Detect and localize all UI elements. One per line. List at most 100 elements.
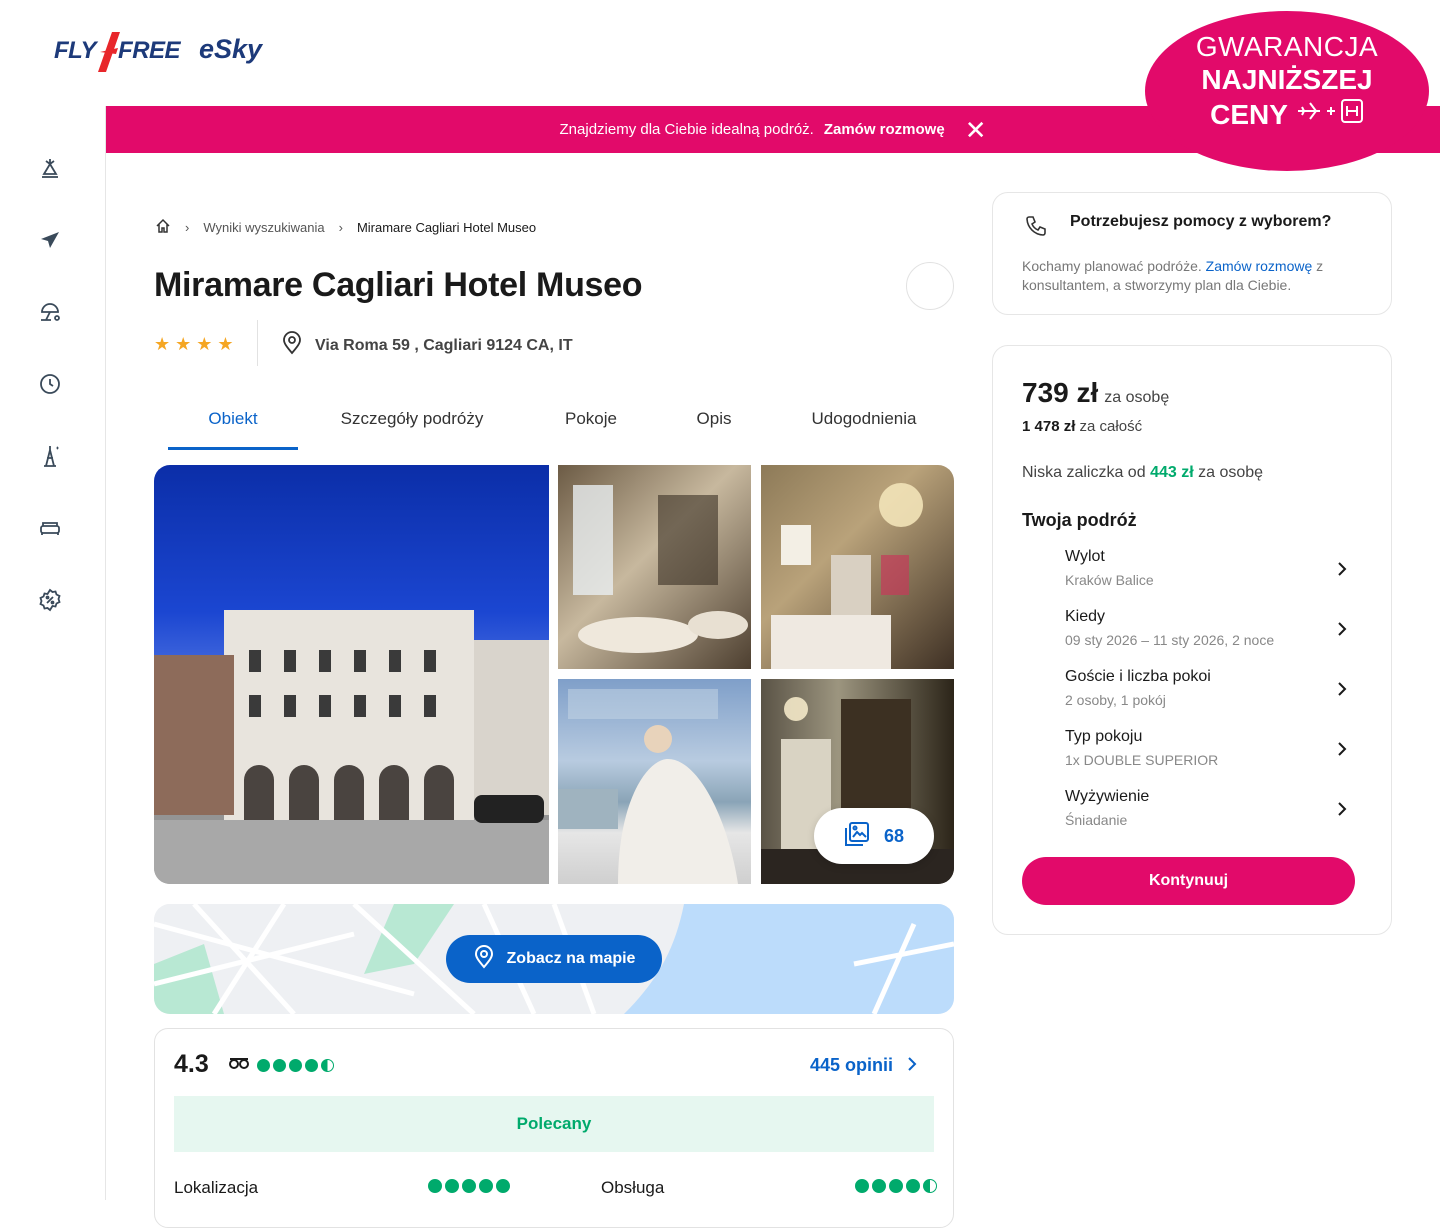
- chevron-right-icon: [907, 1055, 917, 1076]
- badge-line3-text: CENY: [1210, 98, 1288, 130]
- tab-amenities[interactable]: Udogodnienia: [794, 400, 934, 450]
- trip-row-label: Typ pokoju: [1065, 728, 1143, 745]
- trip-row-value: 09 sty 2026 – 11 sty 2026, 2 noce: [1065, 632, 1275, 648]
- promo-close-icon[interactable]: ✕: [965, 117, 987, 143]
- flyfree-logo[interactable]: FLY FREE: [54, 32, 181, 72]
- tab-description[interactable]: Opis: [674, 400, 754, 450]
- beach-icon[interactable]: [38, 300, 62, 324]
- esky-logo[interactable]: eSky: [199, 34, 262, 65]
- chevron-right-icon: [1338, 742, 1347, 756]
- flyfree-slash-icon: [98, 32, 121, 72]
- breadcrumb: › Wyniki wyszukiwania › Miramare Cagliar…: [155, 218, 536, 237]
- gallery-icon: [844, 821, 870, 852]
- last-minute-clock-icon[interactable]: [38, 372, 62, 396]
- tab-trip-details[interactable]: Szczegóły podróży: [322, 400, 502, 450]
- chevron-right-icon: ›: [338, 220, 343, 235]
- reviews-link[interactable]: 445 opinii: [810, 1055, 917, 1076]
- score-label-location: Lokalizacja: [174, 1178, 259, 1197]
- deposit-suffix: za osobę: [1198, 464, 1264, 481]
- tab-obiekt[interactable]: Obiekt: [168, 400, 298, 450]
- price-amount: 739 zł: [1022, 377, 1099, 408]
- hotel-star-rating: ★★★★: [154, 334, 239, 354]
- left-sidebar: [0, 106, 106, 1200]
- continue-button[interactable]: Kontynuuj: [1022, 857, 1355, 905]
- trip-row-value: Kraków Balice: [1065, 572, 1154, 588]
- show-on-map-button[interactable]: Zobacz na mapie: [446, 935, 662, 983]
- chevron-right-icon: [1338, 682, 1347, 696]
- deals-percent-icon[interactable]: [38, 588, 62, 612]
- help-text: Kochamy planować podróże. Zamów rozmowę …: [1022, 257, 1362, 295]
- hotel-main-photo[interactable]: [154, 465, 549, 884]
- flyfree-logo-left: FLY: [54, 37, 97, 64]
- flight-plus-hotel-icon: [1296, 97, 1364, 132]
- price-total-label: za całość: [1079, 418, 1143, 435]
- score-service-rating: [855, 1179, 937, 1193]
- hotel-photo-dining[interactable]: [761, 465, 954, 669]
- favorite-button[interactable]: [906, 262, 954, 310]
- breadcrumb-item-results[interactable]: Wyniki wyszukiwania: [203, 220, 324, 235]
- trip-row-dates[interactable]: Kiedy 09 sty 2026 – 11 sty 2026, 2 noce: [1065, 608, 1355, 664]
- help-title: Potrzebujesz pomocy z wyborem?: [1070, 213, 1332, 230]
- price-total: 1 478 zł za całość: [1022, 418, 1142, 435]
- price-per-person: 739 zł za osobę: [1022, 377, 1169, 409]
- hotel-bed-icon[interactable]: [38, 516, 62, 540]
- hotel-photo-lounge[interactable]: [558, 465, 751, 669]
- promo-call-link[interactable]: Zamów rozmowę: [824, 121, 945, 138]
- rating-bubble: [289, 1059, 302, 1072]
- phone-icon: [1024, 214, 1048, 243]
- package-holiday-icon[interactable]: [38, 156, 62, 180]
- hotel-tabs: Obiekt Szczegóły podróży Pokoje Opis Udo…: [154, 400, 954, 450]
- score-location-rating: [428, 1179, 510, 1193]
- hotel-photo-breakfast-view[interactable]: [558, 679, 751, 884]
- location-pin-icon: [281, 331, 303, 360]
- rating-bubble: [305, 1059, 318, 1072]
- price-per-label: za osobę: [1104, 389, 1170, 406]
- overall-rating: 4.3: [174, 1050, 209, 1078]
- trip-row-departure[interactable]: Wylot Kraków Balice: [1065, 548, 1355, 604]
- badge-line2: NAJNIŻSZEJ: [1201, 64, 1373, 95]
- flight-icon[interactable]: [38, 228, 62, 252]
- trip-row-board[interactable]: Wyżywienie Śniadanie: [1065, 788, 1355, 844]
- trip-row-label: Goście i liczba pokoi: [1065, 668, 1211, 685]
- help-call-link[interactable]: Zamów rozmowę: [1206, 258, 1313, 274]
- recommended-badge: Polecany: [174, 1096, 934, 1152]
- trip-row-label: Wylot: [1065, 548, 1105, 565]
- help-text-before: Kochamy planować podróże.: [1022, 258, 1202, 274]
- show-on-map-label: Zobacz na mapie: [506, 950, 636, 967]
- deposit-amount: 443 zł: [1150, 464, 1194, 481]
- tripadvisor-rating: [228, 1056, 334, 1075]
- flyfree-logo-right: FREE: [118, 37, 181, 64]
- trip-row-value: 2 osoby, 1 pokój: [1065, 692, 1166, 708]
- lowest-price-guarantee-badge[interactable]: GWARANCJA NAJNIŻSZEJ CENY: [1145, 11, 1429, 171]
- trip-row-value: Śniadanie: [1065, 812, 1128, 828]
- trip-row-label: Wyżywienie: [1065, 788, 1150, 805]
- city-break-icon[interactable]: [38, 444, 62, 468]
- chevron-right-icon: ›: [185, 220, 190, 235]
- tab-rooms[interactable]: Pokoje: [546, 400, 636, 450]
- hotel-title: Miramare Cagliari Hotel Museo: [154, 266, 643, 304]
- trip-row-guests[interactable]: Goście i liczba pokoi 2 osoby, 1 pokój: [1065, 668, 1355, 724]
- trip-row-value: 1x DOUBLE SUPERIOR: [1065, 752, 1219, 768]
- deposit-prefix: Niska zaliczka od: [1022, 464, 1146, 481]
- location-pin-icon: [473, 944, 495, 974]
- help-card: [992, 192, 1392, 315]
- chevron-right-icon: [1338, 802, 1347, 816]
- gallery-count: 68: [883, 825, 905, 846]
- tripadvisor-owl-icon: [228, 1056, 250, 1075]
- score-label-service: Obsługa: [601, 1178, 665, 1197]
- breadcrumb-item-current: Miramare Cagliari Hotel Museo: [356, 220, 537, 235]
- gallery-count-button[interactable]: 68: [814, 808, 934, 864]
- chevron-right-icon: [1338, 562, 1347, 576]
- rating-bubble: [257, 1059, 270, 1072]
- rating-bubble-half: [321, 1059, 334, 1072]
- chevron-right-icon: [1338, 622, 1347, 636]
- home-icon[interactable]: [155, 218, 171, 237]
- reviews-count: 445 opinii: [810, 1055, 894, 1075]
- promo-text: Znajdziemy dla Ciebie idealną podróż.: [559, 121, 814, 138]
- trip-section-title: Twoja podróż: [1022, 510, 1137, 530]
- trip-row-room-type[interactable]: Typ pokoju 1x DOUBLE SUPERIOR: [1065, 728, 1355, 784]
- hotel-address-text: Via Roma 59 , Cagliari 9124 CA, IT: [315, 336, 573, 354]
- badge-line3: CENY: [1145, 97, 1429, 132]
- trip-row-label: Kiedy: [1065, 608, 1106, 625]
- badge-line1: GWARANCJA: [1195, 31, 1379, 62]
